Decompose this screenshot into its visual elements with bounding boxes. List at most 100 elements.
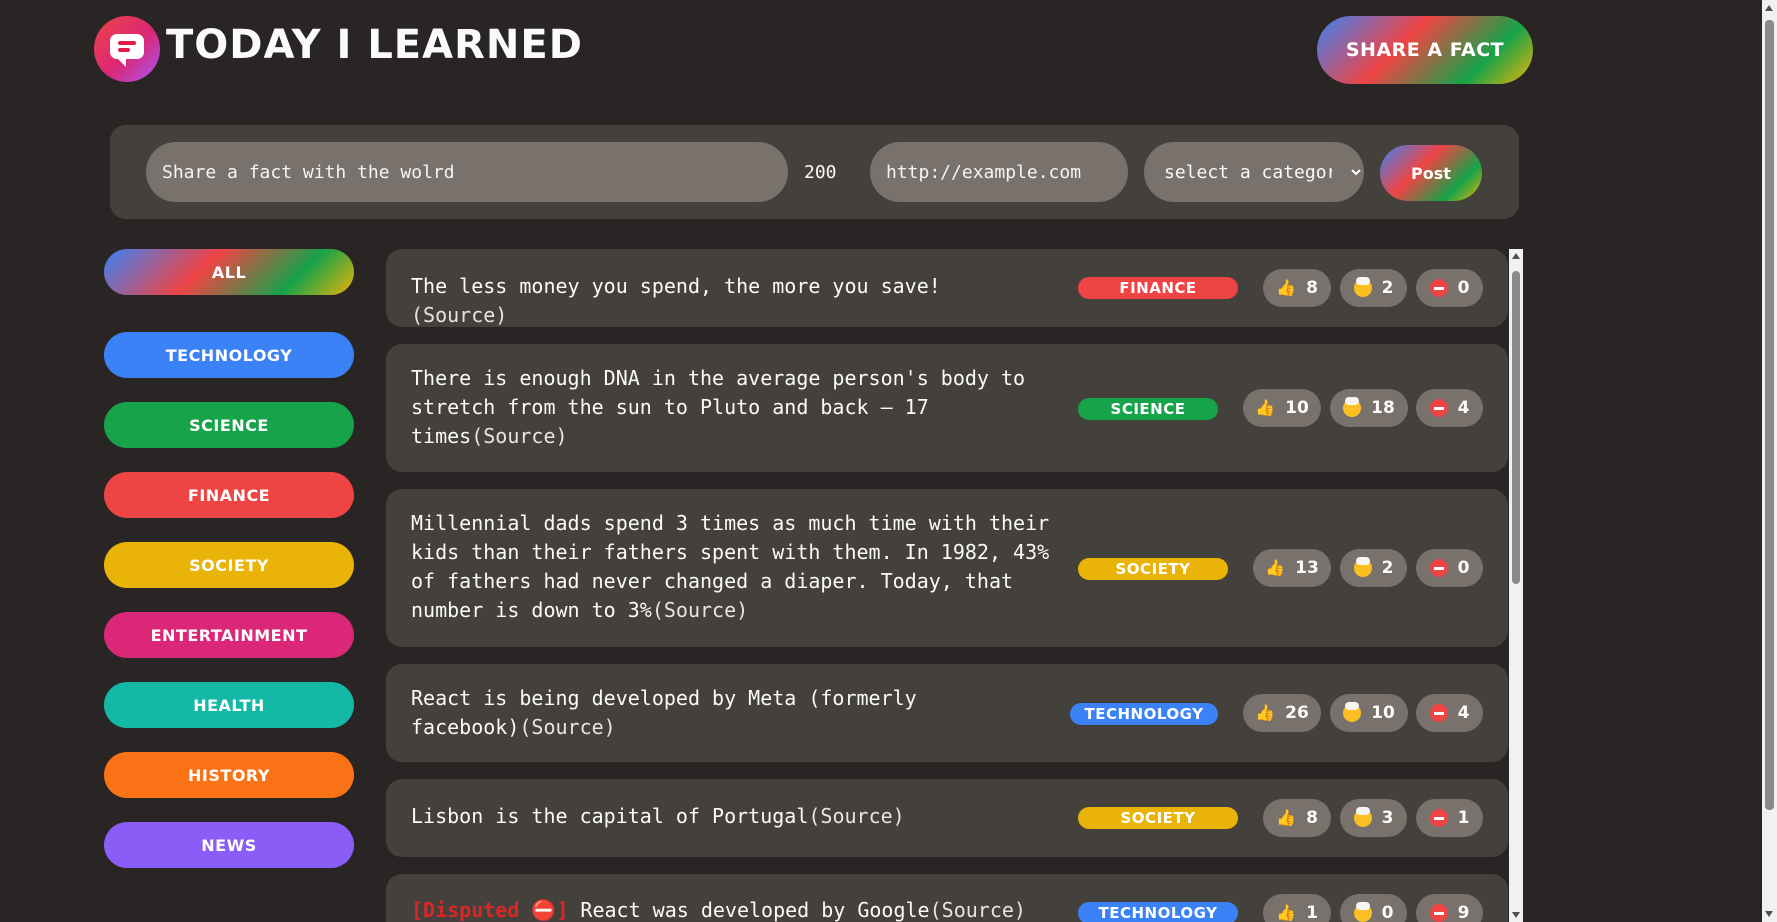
like-vote-button[interactable]: 👍 13: [1253, 549, 1331, 587]
false-vote-button[interactable]: 1: [1416, 799, 1483, 837]
source-url-input[interactable]: [870, 142, 1128, 202]
false-vote-button[interactable]: 4: [1416, 694, 1483, 732]
mind-blown-icon: [1353, 557, 1372, 577]
like-vote-button[interactable]: 👍 10: [1243, 389, 1321, 427]
page-scrollbar[interactable]: [1762, 0, 1777, 922]
logo-icon: [94, 16, 160, 82]
source-link[interactable]: (Source): [652, 598, 748, 622]
category-filter[interactable]: FINANCE: [104, 472, 354, 518]
vote-count: 10: [1371, 703, 1395, 723]
fact-text: React is being developed by Meta (former…: [411, 684, 1031, 742]
false-vote-button[interactable]: 0: [1416, 549, 1483, 587]
vote-count: 13: [1295, 558, 1319, 578]
category-tag: SCIENCE: [1078, 398, 1218, 420]
fact-text: Lisbon is the capital of Portugal(Source…: [411, 802, 1031, 831]
fact-form: 200 select a category: Post: [110, 125, 1519, 219]
category-filter[interactable]: ENTERTAINMENT: [104, 612, 354, 658]
like-vote-button[interactable]: 👍 8: [1263, 799, 1331, 837]
app-title: TODAY I LEARNED: [166, 22, 583, 68]
source-link[interactable]: (Source): [808, 804, 904, 828]
scroll-up-arrow-icon[interactable]: [1765, 5, 1773, 11]
vote-count: 8: [1306, 278, 1318, 298]
vote-count: 0: [1457, 558, 1470, 578]
vote-count: 3: [1381, 808, 1394, 828]
category-tag: TECHNOLOGY: [1070, 703, 1218, 725]
fact-text: There is enough DNA in the average perso…: [411, 364, 1031, 451]
category-filter[interactable]: HISTORY: [104, 752, 354, 798]
fact-item: The less money you spend, the more you s…: [386, 249, 1508, 327]
scroll-up-arrow-icon[interactable]: [1512, 253, 1520, 259]
category-tag: SOCIETY: [1078, 558, 1228, 580]
vote-count: 4: [1457, 398, 1470, 418]
source-link[interactable]: (Source): [471, 424, 567, 448]
scroll-thumb[interactable]: [1512, 271, 1520, 584]
category-filter[interactable]: ALL: [104, 249, 354, 295]
post-button[interactable]: Post: [1380, 145, 1482, 201]
like-vote-button[interactable]: 👍 26: [1243, 694, 1321, 732]
fact-text: The less money you spend, the more you s…: [411, 272, 1031, 330]
vote-count: 9: [1457, 903, 1470, 922]
category-filter[interactable]: TECHNOLOGY: [104, 332, 354, 378]
fact-item: Lisbon is the capital of Portugal(Source…: [386, 779, 1508, 857]
like-vote-button[interactable]: 👍 1: [1263, 894, 1331, 922]
mind-blown-icon: [1343, 397, 1362, 417]
category-tag: FINANCE: [1078, 277, 1238, 299]
fact-item: Millennial dads spend 3 times as much ti…: [386, 489, 1508, 647]
share-fact-button[interactable]: SHARE A FACT: [1317, 16, 1533, 84]
char-count: 200: [804, 162, 837, 183]
no-entry-icon: [1429, 904, 1448, 922]
mindblowing-vote-button[interactable]: 0: [1340, 894, 1407, 922]
facts-scrollbar[interactable]: [1509, 249, 1523, 922]
facts-list: The less money you spend, the more you s…: [386, 249, 1508, 922]
vote-count: 0: [1381, 903, 1394, 922]
vote-count: 4: [1457, 703, 1470, 723]
fact-text: Millennial dads spend 3 times as much ti…: [411, 509, 1051, 625]
scroll-down-arrow-icon[interactable]: [1765, 911, 1773, 917]
false-vote-button[interactable]: 0: [1416, 269, 1483, 307]
mindblowing-vote-button[interactable]: 2: [1340, 549, 1407, 587]
mindblowing-vote-button[interactable]: 3: [1340, 799, 1407, 837]
mind-blown-icon: [1343, 702, 1362, 722]
vote-count: 1: [1306, 903, 1318, 922]
scroll-thumb[interactable]: [1765, 20, 1774, 810]
thumbs-up-icon: 👍: [1255, 703, 1276, 722]
no-entry-icon: [1429, 399, 1448, 417]
fact-body: Lisbon is the capital of Portugal: [411, 804, 809, 828]
vote-count: 18: [1371, 398, 1395, 418]
mindblowing-vote-button[interactable]: 2: [1340, 269, 1407, 307]
fact-item: React is being developed by Meta (former…: [386, 664, 1508, 762]
source-link[interactable]: (Source): [411, 303, 507, 327]
category-filter[interactable]: NEWS: [104, 822, 354, 868]
fact-body: The less money you spend, the more you s…: [411, 274, 941, 298]
fact-item: [Disputed ⛔] React was developed by Goog…: [386, 874, 1508, 922]
false-vote-button[interactable]: 4: [1416, 389, 1483, 427]
thumbs-up-icon: 👍: [1255, 398, 1276, 417]
vote-count: 2: [1381, 278, 1394, 298]
category-filter[interactable]: HEALTH: [104, 682, 354, 728]
vote-count: 1: [1457, 808, 1470, 828]
scroll-down-arrow-icon[interactable]: [1512, 912, 1520, 918]
mind-blown-icon: [1353, 902, 1372, 922]
vote-count: 26: [1285, 703, 1309, 723]
app-header: TODAY I LEARNED SHARE A FACT: [0, 0, 1560, 100]
fact-text-input[interactable]: [146, 142, 788, 202]
fact-body: React was developed by Google: [580, 898, 930, 922]
category-filter[interactable]: SOCIETY: [104, 542, 354, 588]
vote-count: 8: [1306, 808, 1318, 828]
category-filter[interactable]: SCIENCE: [104, 402, 354, 448]
thumbs-up-icon: 👍: [1276, 903, 1297, 922]
category-select[interactable]: select a category:: [1144, 142, 1364, 202]
like-vote-button[interactable]: 👍 8: [1263, 269, 1331, 307]
mind-blown-icon: [1353, 277, 1372, 297]
vote-count: 10: [1285, 398, 1309, 418]
fact-item: There is enough DNA in the average perso…: [386, 344, 1508, 472]
false-vote-button[interactable]: 9: [1416, 894, 1483, 922]
fact-body: React is being developed by Meta (former…: [411, 686, 917, 739]
source-link[interactable]: (Source): [930, 898, 1026, 922]
mind-blown-icon: [1353, 807, 1372, 827]
vote-count: 0: [1457, 278, 1470, 298]
thumbs-up-icon: 👍: [1276, 278, 1297, 297]
mindblowing-vote-button[interactable]: 18: [1330, 389, 1408, 427]
source-link[interactable]: (Source): [519, 715, 615, 739]
mindblowing-vote-button[interactable]: 10: [1330, 694, 1408, 732]
